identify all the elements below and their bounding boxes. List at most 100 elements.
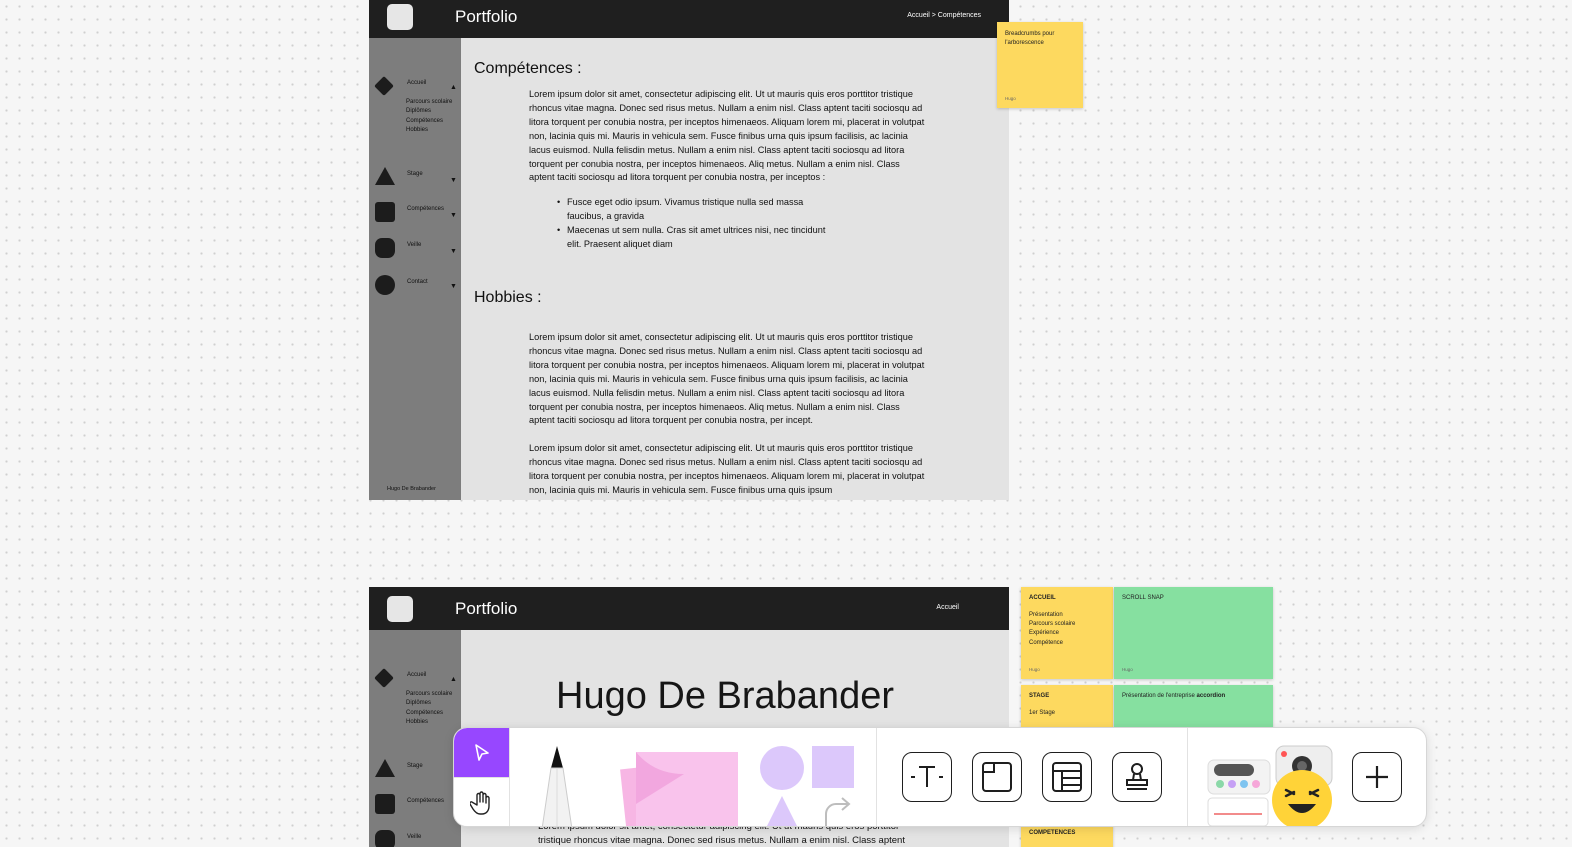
toolbar-divider [876, 728, 877, 826]
sticky-note-accueil[interactable]: ACCUEIL Présentation Parcours scolaire E… [1021, 587, 1113, 679]
octagon-icon [375, 238, 395, 258]
chevron-up-icon: ▲ [450, 84, 457, 91]
toolbar-divider [509, 728, 510, 826]
nav-item-contact[interactable]: Contact ▼ [369, 273, 461, 297]
nav-item-stage[interactable]: Stage [369, 757, 461, 781]
shapes-tool[interactable] [754, 742, 864, 826]
text-tool-button[interactable] [902, 752, 952, 802]
widgets-icon [1207, 745, 1333, 826]
sticky-title: SCROLL SNAP [1122, 595, 1164, 601]
nav-label: Compétences [407, 206, 445, 212]
paragraph: Lorem ipsum dolor sit amet, consectetur … [529, 89, 925, 183]
chevron-down-icon: ▼ [450, 248, 457, 255]
toolbar-divider [1187, 728, 1188, 826]
text-icon [911, 766, 943, 787]
top-bar: Portfolio Accueil [369, 587, 1009, 630]
hand-icon [469, 790, 490, 815]
sticky-author: Hugo [1005, 96, 1016, 101]
stamp-tool-button[interactable] [1112, 752, 1162, 802]
table-tool-button[interactable] [1042, 752, 1092, 802]
nav-label: Accueil [407, 672, 427, 678]
subnav-item[interactable]: Compétences [406, 709, 452, 718]
circle-icon [375, 275, 395, 295]
site-title: Portfolio [455, 7, 518, 26]
square-icon [375, 202, 395, 222]
nav-label: Compétences [407, 798, 445, 804]
list-item: Fusce eget odio ipsum. Vivamus tristique… [557, 196, 827, 224]
shapes-icon [760, 746, 854, 826]
subnav-item[interactable]: Diplômes [406, 107, 452, 116]
bullet-list: Fusce eget odio ipsum. Vivamus tristique… [557, 196, 827, 252]
sticky-line: 1er Stage [1029, 710, 1056, 716]
sidebar: Accueil ▲ Parcours scolaire Diplômes Com… [369, 630, 461, 847]
nav-label: Stage [407, 171, 423, 177]
nav-label: Accueil [407, 80, 427, 86]
chevron-down-icon: ▼ [450, 283, 457, 290]
sticky-items: Présentation Parcours scolaire Expérienc… [1029, 611, 1105, 648]
nav-item-stage[interactable]: Stage ▼ [369, 165, 461, 189]
breadcrumb[interactable]: Accueil [936, 604, 959, 611]
diamond-icon [374, 668, 394, 688]
plus-icon [1366, 766, 1388, 788]
sticky-text: Breadcrumbs pour l'arborescence [1005, 31, 1055, 46]
sticky-line: Présentation [1029, 612, 1063, 618]
sidebar: Accueil ▲ Parcours scolaire Diplômes Com… [369, 38, 461, 500]
section-title-competences: Compétences : [474, 60, 582, 77]
sidebar-footer-author: Hugo De Brabander [387, 486, 436, 492]
nav-item-veille[interactable]: Veille ▼ [369, 236, 461, 260]
chevron-up-icon: ▲ [450, 676, 457, 683]
sticky-line: Parcours scolaire [1029, 621, 1076, 628]
sticky-line: Compétence [1029, 639, 1064, 646]
sticky-author: Hugo [1122, 667, 1133, 672]
subnav-list: Parcours scolaire Diplômes Compétences H… [406, 690, 452, 727]
nav-label: Contact [407, 279, 428, 285]
subnav-item[interactable]: Parcours scolaire [406, 690, 452, 699]
sticky-title: STAGE [1029, 693, 1050, 699]
frame-competences[interactable]: Portfolio Accueil > Compétences Accueil … [369, 0, 1009, 500]
sticky-title: ACCUEIL [1029, 595, 1056, 601]
sticky-note-icon [620, 752, 738, 826]
triangle-icon [375, 759, 395, 777]
hand-tool-button[interactable] [454, 778, 509, 826]
nav-label: Veille [407, 834, 422, 840]
subnav-item[interactable]: Compétences [406, 117, 452, 126]
subnav-item[interactable]: Diplômes [406, 699, 452, 708]
chevron-down-icon: ▼ [450, 177, 457, 184]
select-tool-button[interactable] [454, 728, 509, 777]
chevron-down-icon: ▼ [450, 212, 457, 219]
nav-item-competences[interactable]: Compétences ▼ [369, 200, 461, 224]
subnav-list: Parcours scolaire Diplômes Compétences H… [406, 98, 452, 135]
section-title-hobbies: Hobbies : [474, 289, 542, 306]
pencil-icon [541, 746, 573, 826]
sticky-note-breadcrumbs[interactable]: Breadcrumbs pour l'arborescence Hugo [997, 22, 1083, 108]
nav-item-accueil[interactable]: Accueil ▲ [369, 666, 461, 690]
sticky-note-tool[interactable] [614, 744, 744, 826]
subnav-item[interactable]: Parcours scolaire [406, 98, 452, 107]
widgets-tool[interactable] [1204, 738, 1354, 826]
sticky-line: Expérience [1029, 630, 1060, 637]
bottom-toolbar [453, 727, 1427, 827]
toolbar-divider [454, 777, 509, 778]
cursor-icon [474, 743, 489, 761]
nav-item-competences[interactable]: Compétences [369, 792, 461, 816]
nav-label: Stage [407, 763, 423, 769]
more-tools-button[interactable] [1352, 752, 1402, 802]
logo-placeholder [387, 4, 413, 30]
site-title: Portfolio [455, 599, 518, 618]
sticky-note-scroll-snap[interactable]: SCROLL SNAP Hugo [1114, 587, 1273, 679]
pencil-tool[interactable] [529, 746, 585, 826]
section-tool-button[interactable] [972, 752, 1022, 802]
octagon-icon [375, 830, 395, 847]
table-icon [1052, 762, 1082, 792]
subnav-item[interactable]: Hobbies [406, 126, 452, 135]
paragraph: Lorem ipsum dolor sit amet, consectetur … [529, 332, 925, 426]
sticky-author: Hugo [1029, 667, 1040, 672]
subnav-item[interactable]: Hobbies [406, 718, 452, 727]
nav-item-veille[interactable]: Veille [369, 828, 461, 847]
section-frame-icon [982, 762, 1012, 792]
breadcrumb[interactable]: Accueil > Compétences [907, 12, 981, 19]
stamp-icon [1126, 763, 1148, 790]
triangle-icon [375, 167, 395, 185]
nav-item-accueil[interactable]: Accueil ▲ [369, 74, 461, 98]
sticky-text-bold: accordion [1196, 693, 1226, 699]
